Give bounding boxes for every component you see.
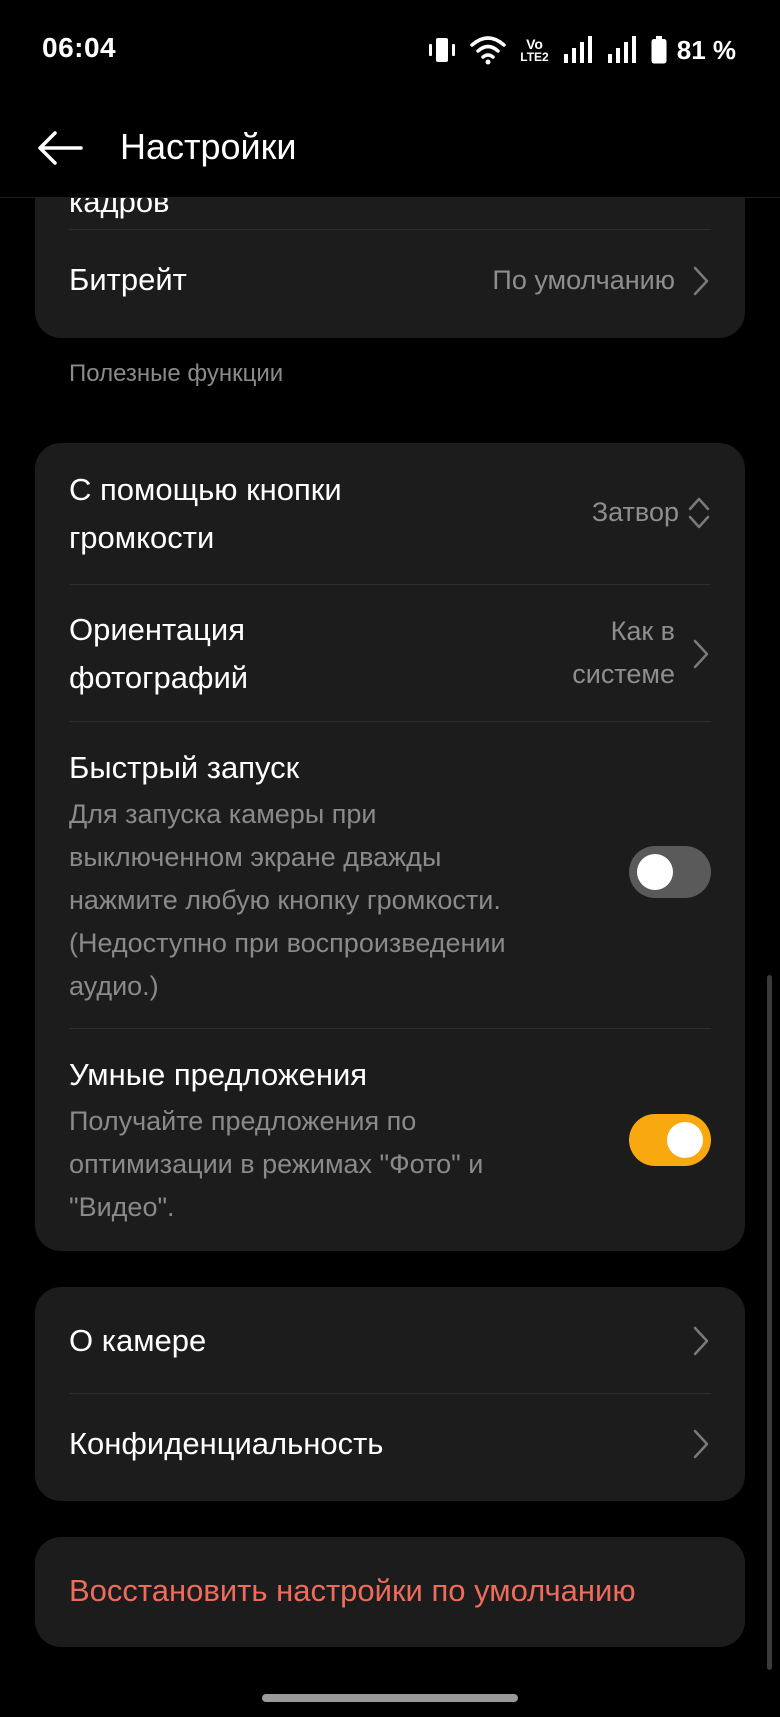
photo-orientation-label-line2: фотографий	[69, 660, 249, 695]
about-camera-label: О камере	[69, 1323, 207, 1358]
quick-launch-row[interactable]: Быстрый запуск Для запуска камеры при вы…	[69, 722, 711, 1029]
quick-launch-label: Быстрый запуск	[69, 750, 300, 785]
smart-suggestions-label: Умные предложения	[69, 1057, 368, 1092]
volume-button-value: Затвор	[591, 497, 679, 527]
signal-icon-sim2	[607, 36, 636, 63]
app-bar: Настройки	[0, 100, 780, 198]
about-camera-row[interactable]: О камере	[69, 1287, 711, 1394]
volume-button-row[interactable]: С помощью кнопки громкости Затвор	[69, 443, 711, 585]
frame-rate-row[interactable]: кадров	[69, 198, 711, 230]
arrow-left-icon	[38, 131, 83, 165]
home-indicator[interactable]	[262, 1694, 518, 1702]
privacy-label: Конфиденциальность	[69, 1426, 384, 1461]
useful-functions-card: С помощью кнопки громкости Затвор Ориент…	[35, 443, 745, 1251]
status-time: 06:04	[42, 32, 117, 63]
quick-launch-desc-line: выключенном экране дважды	[69, 842, 442, 872]
settings-content[interactable]: кадров Битрейт По умолчанию Полезные фун…	[0, 198, 780, 1668]
bitrate-value: По умолчанию	[492, 265, 675, 295]
chevron-up-down-icon	[688, 497, 710, 529]
toggle-knob	[667, 1122, 703, 1158]
screen: 06:04 Vo LTE2 81 % Настройки кадров Битр…	[0, 0, 780, 1717]
quick-launch-desc-line: аудио.)	[69, 971, 159, 1001]
toggle-knob	[637, 854, 673, 890]
signal-icon-sim1	[563, 36, 592, 63]
volte-icon: Vo LTE2	[520, 37, 548, 63]
quick-launch-desc-line: (Недоступно при воспроизведении	[69, 928, 506, 958]
section-header-useful-functions: Полезные функции	[69, 360, 284, 387]
smart-suggestions-desc-line: оптимизации в режимах "Фото" и	[69, 1149, 484, 1179]
battery-icon	[651, 36, 667, 64]
back-button[interactable]	[34, 122, 86, 174]
chevron-right-icon	[693, 639, 709, 669]
reset-defaults-button[interactable]: Восстановить настройки по умолчанию	[69, 1567, 636, 1615]
bitrate-row[interactable]: Битрейт По умолчанию	[69, 230, 711, 336]
page-title: Настройки	[120, 126, 297, 167]
frame-rate-label: кадров	[69, 198, 170, 219]
chevron-right-icon	[693, 266, 709, 296]
volte-label-top: Vo	[526, 36, 543, 52]
battery-percent: 81 %	[676, 34, 736, 65]
reset-card[interactable]: Восстановить настройки по умолчанию	[35, 1537, 745, 1647]
wifi-icon	[470, 36, 507, 65]
bitrate-label: Битрейт	[69, 262, 187, 297]
status-icons: Vo LTE2 81 %	[428, 34, 736, 66]
quick-launch-description: Для запуска камеры при выключенном экран…	[69, 793, 589, 1008]
about-card: О камере Конфиденциальность	[35, 1287, 745, 1501]
quick-launch-toggle[interactable]	[629, 846, 711, 898]
smart-suggestions-row[interactable]: Умные предложения Получайте предложения …	[69, 1029, 711, 1251]
status-bar: 06:04 Vo LTE2 81 %	[0, 0, 780, 100]
vibrate-icon	[429, 38, 456, 62]
smart-suggestions-description: Получайте предложения по оптимизации в р…	[69, 1100, 589, 1229]
volte-label-bottom: LTE2	[520, 50, 549, 64]
photo-orientation-value-line2: системе	[572, 659, 675, 689]
scrollbar[interactable]	[767, 975, 772, 1670]
quick-launch-desc-line: нажмите любую кнопку громкости.	[69, 885, 501, 915]
photo-orientation-label-line1: Ориентация	[69, 612, 245, 647]
smart-suggestions-toggle[interactable]	[629, 1114, 711, 1166]
volume-button-label-line1: С помощью кнопки	[69, 472, 342, 507]
photo-orientation-value-line1: Как в	[610, 616, 675, 646]
smart-suggestions-desc-line: "Видео".	[69, 1192, 175, 1222]
photo-orientation-row[interactable]: Ориентация фотографий Как в системе	[69, 585, 711, 722]
volume-button-label-line2: громкости	[69, 520, 215, 555]
smart-suggestions-desc-line: Получайте предложения по	[69, 1106, 417, 1136]
chevron-right-icon	[693, 1326, 709, 1356]
privacy-row[interactable]: Конфиденциальность	[69, 1394, 711, 1501]
quick-launch-desc-line: Для запуска камеры при	[69, 799, 377, 829]
chevron-right-icon	[693, 1429, 709, 1459]
video-settings-card: кадров Битрейт По умолчанию	[35, 198, 745, 338]
